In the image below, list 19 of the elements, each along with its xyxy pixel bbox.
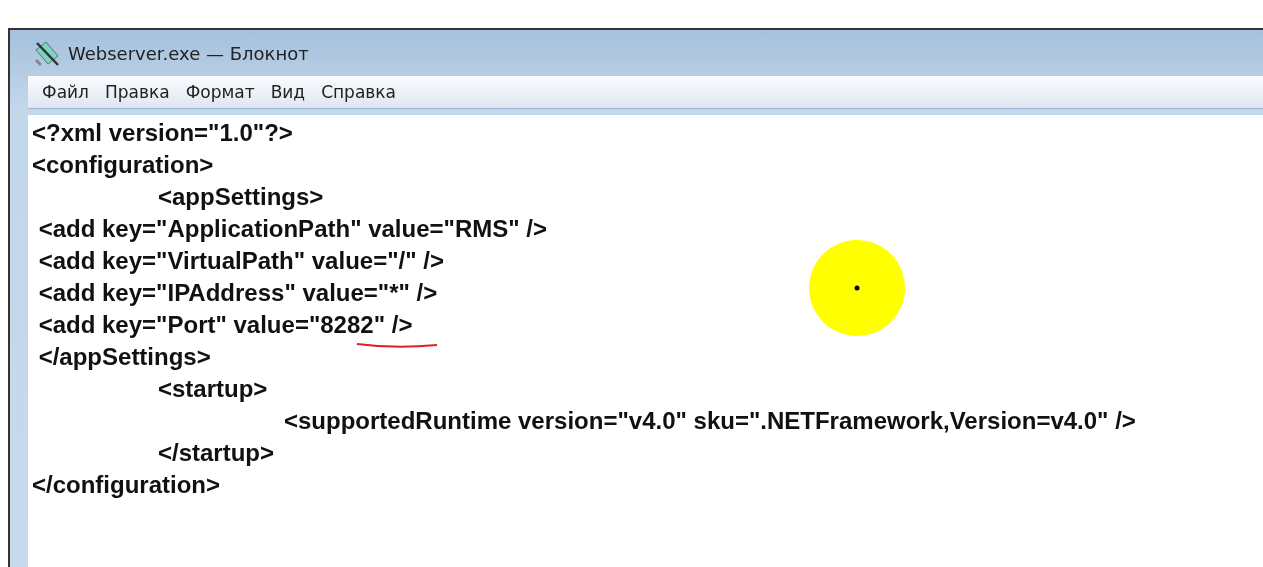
code-line: </configuration> (32, 470, 220, 500)
code-line: <?xml version="1.0"?> (32, 118, 293, 148)
code-line: <add key="Port" value="8282" /> (37, 310, 413, 340)
text-area[interactable] (28, 115, 1263, 567)
code-line: <startup> (157, 374, 268, 404)
code-line: <add key="IPAddress" value="*" /> (37, 278, 438, 308)
code-line: <supportedRuntime version="v4.0" sku=".NETFramework,Version=v4.0" /> (283, 406, 1136, 436)
code-line: </appSettings> (37, 342, 211, 372)
menu-item[interactable]: Правка (96, 82, 178, 102)
menu-item[interactable]: Формат (177, 82, 263, 102)
menu-item[interactable]: Вид (262, 82, 314, 102)
code-line: <add key="ApplicationPath" value="RMS" /> (37, 214, 547, 244)
code-line: <appSettings> (157, 182, 324, 212)
code-line: </startup> (157, 438, 275, 468)
code-line: <configuration> (32, 150, 214, 180)
code-line: <add key="VirtualPath" value="/" /> (37, 246, 444, 276)
menu-item[interactable]: Файл (34, 82, 97, 102)
window-title: Webserver.exe — Блокнот (68, 42, 309, 64)
menu-item[interactable]: Справка (313, 82, 405, 102)
